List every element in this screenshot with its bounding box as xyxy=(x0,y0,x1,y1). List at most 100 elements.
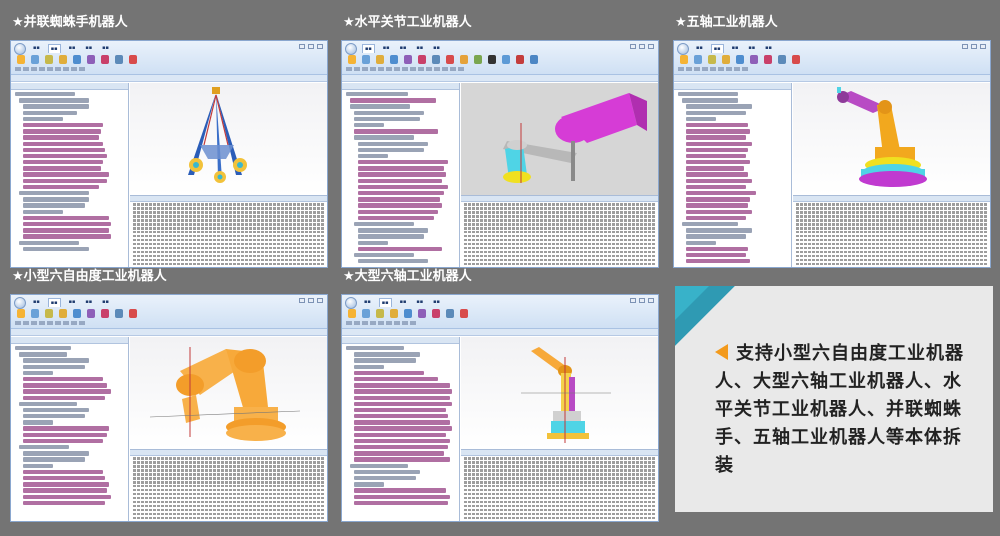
maximize-icon[interactable] xyxy=(639,298,645,303)
tool-button[interactable] xyxy=(129,309,137,318)
minimize-icon[interactable] xyxy=(299,44,305,49)
close-icon[interactable] xyxy=(317,44,323,49)
menu-tab[interactable]: ▪▪ xyxy=(710,44,724,53)
menu-tab[interactable]: ▪▪ xyxy=(100,44,111,53)
menu-tab[interactable]: ▪▪ xyxy=(398,44,409,53)
app-menu-button[interactable] xyxy=(14,297,26,309)
maximize-icon[interactable] xyxy=(308,298,314,303)
tool-button[interactable] xyxy=(87,309,95,318)
tool-button[interactable] xyxy=(418,55,426,64)
tool-button[interactable] xyxy=(446,55,454,64)
tool-button[interactable] xyxy=(129,55,137,64)
tool-button[interactable] xyxy=(45,309,53,318)
model-tree[interactable] xyxy=(342,337,460,521)
menu-tab[interactable]: ▪▪ xyxy=(83,44,94,53)
app-menu-button[interactable] xyxy=(677,43,689,55)
tool-button[interactable] xyxy=(390,55,398,64)
tool-button[interactable] xyxy=(348,55,356,64)
tool-button[interactable] xyxy=(474,55,482,64)
menu-tab[interactable]: ▪▪ xyxy=(414,44,425,53)
tool-button[interactable] xyxy=(778,55,786,64)
3d-viewport[interactable] xyxy=(461,337,658,449)
maximize-icon[interactable] xyxy=(639,44,645,49)
menu-tab[interactable]: ▪▪ xyxy=(431,298,442,307)
minimize-icon[interactable] xyxy=(962,44,968,49)
close-icon[interactable] xyxy=(317,298,323,303)
tool-button[interactable] xyxy=(792,55,800,64)
tool-button[interactable] xyxy=(530,55,538,64)
tool-button[interactable] xyxy=(736,55,744,64)
tool-button[interactable] xyxy=(390,309,398,318)
menu-tab[interactable]: ▪▪ xyxy=(100,298,111,307)
app-menu-button[interactable] xyxy=(345,297,357,309)
menu-tab[interactable]: ▪▪ xyxy=(378,298,392,307)
3d-viewport[interactable] xyxy=(793,83,990,195)
tool-button[interactable] xyxy=(516,55,524,64)
tool-button[interactable] xyxy=(722,55,730,64)
menu-tab[interactable]: ▪▪ xyxy=(381,44,392,53)
maximize-icon[interactable] xyxy=(308,44,314,49)
minimize-icon[interactable] xyxy=(630,44,636,49)
menu-tab[interactable]: ▪▪ xyxy=(31,44,42,53)
tool-button[interactable] xyxy=(362,309,370,318)
3d-viewport[interactable] xyxy=(130,83,327,195)
menu-tab[interactable]: ▪▪ xyxy=(67,44,78,53)
tool-button[interactable] xyxy=(59,55,67,64)
minimize-icon[interactable] xyxy=(630,298,636,303)
tool-button[interactable] xyxy=(404,55,412,64)
tool-button[interactable] xyxy=(73,309,81,318)
tool-button[interactable] xyxy=(59,309,67,318)
menu-tab[interactable]: ▪▪ xyxy=(362,44,375,53)
menu-tab[interactable]: ▪▪ xyxy=(47,298,61,307)
3d-viewport[interactable] xyxy=(461,83,658,195)
close-icon[interactable] xyxy=(648,298,654,303)
menu-tab[interactable]: ▪▪ xyxy=(763,44,774,53)
model-tree[interactable] xyxy=(674,83,792,267)
close-icon[interactable] xyxy=(648,44,654,49)
menu-tab[interactable]: ▪▪ xyxy=(694,44,705,53)
model-tree[interactable] xyxy=(11,337,129,521)
menu-tab[interactable]: ▪▪ xyxy=(431,44,442,53)
tool-button[interactable] xyxy=(17,309,25,318)
tool-button[interactable] xyxy=(418,309,426,318)
tool-button[interactable] xyxy=(404,309,412,318)
menu-tab[interactable]: ▪▪ xyxy=(31,298,42,307)
tool-button[interactable] xyxy=(694,55,702,64)
tool-button[interactable] xyxy=(708,55,716,64)
3d-viewport[interactable] xyxy=(130,337,327,449)
menu-tab[interactable]: ▪▪ xyxy=(67,298,78,307)
tool-button[interactable] xyxy=(764,55,772,64)
tool-button[interactable] xyxy=(31,55,39,64)
tool-button[interactable] xyxy=(750,55,758,64)
tool-button[interactable] xyxy=(432,309,440,318)
tool-button[interactable] xyxy=(73,55,81,64)
tool-button[interactable] xyxy=(460,55,468,64)
model-tree[interactable] xyxy=(342,83,460,267)
tool-button[interactable] xyxy=(376,55,384,64)
menu-tab[interactable]: ▪▪ xyxy=(746,44,757,53)
tool-button[interactable] xyxy=(87,55,95,64)
menu-tab[interactable]: ▪▪ xyxy=(414,298,425,307)
app-menu-button[interactable] xyxy=(14,43,26,55)
maximize-icon[interactable] xyxy=(971,44,977,49)
tool-button[interactable] xyxy=(17,55,25,64)
tool-button[interactable] xyxy=(680,55,688,64)
app-menu-button[interactable] xyxy=(345,43,357,55)
tool-button[interactable] xyxy=(45,55,53,64)
tool-button[interactable] xyxy=(115,55,123,64)
tool-button[interactable] xyxy=(446,309,454,318)
menu-tab[interactable]: ▪▪ xyxy=(83,298,94,307)
minimize-icon[interactable] xyxy=(299,298,305,303)
close-icon[interactable] xyxy=(980,44,986,49)
home-icon[interactable] xyxy=(488,55,496,64)
menu-tab[interactable]: ▪▪ xyxy=(730,44,741,53)
menu-tab[interactable]: ▪▪ xyxy=(47,44,61,53)
tool-button[interactable] xyxy=(101,55,109,64)
tool-button[interactable] xyxy=(101,309,109,318)
tool-button[interactable] xyxy=(376,309,384,318)
tool-button[interactable] xyxy=(115,309,123,318)
menu-tab[interactable]: ▪▪ xyxy=(398,298,409,307)
tool-button[interactable] xyxy=(502,55,510,64)
menu-tab[interactable]: ▪▪ xyxy=(362,298,373,307)
tool-button[interactable] xyxy=(460,309,468,318)
